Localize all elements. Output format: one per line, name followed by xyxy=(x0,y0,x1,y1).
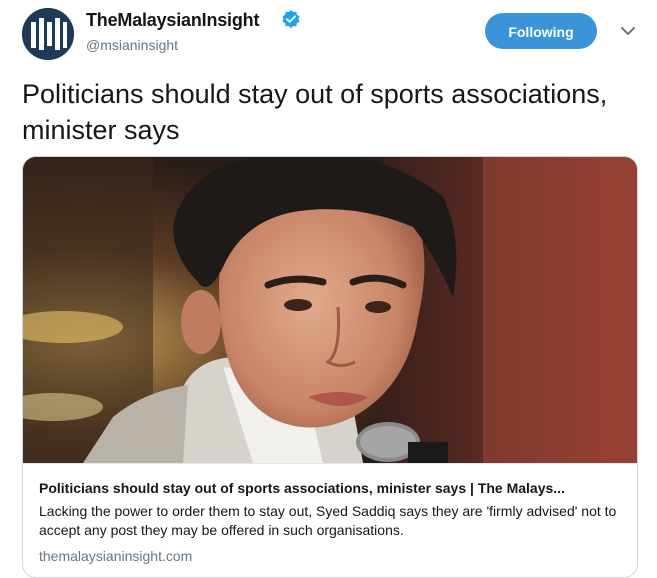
card-title[interactable]: Politicians should stay out of sports as… xyxy=(39,480,625,496)
author-handle[interactable]: @msianinsight xyxy=(86,37,178,53)
tweet-header: TheMalaysianInsight @msianinsight Follow… xyxy=(0,0,657,70)
verified-badge-icon xyxy=(282,10,300,28)
chevron-down-icon[interactable] xyxy=(620,25,636,37)
card-body[interactable]: Politicians should stay out of sports as… xyxy=(23,463,637,564)
card-domain[interactable]: themalaysianinsight.com xyxy=(39,548,192,564)
card-description: Lacking the power to order them to stay … xyxy=(39,503,617,538)
link-card[interactable]: Politicians should stay out of sports as… xyxy=(22,156,638,578)
avatar[interactable] xyxy=(22,8,74,60)
logo-icon xyxy=(22,8,74,60)
tweet-text: Politicians should stay out of sports as… xyxy=(22,79,608,145)
author-display-name[interactable]: TheMalaysianInsight xyxy=(86,10,259,31)
card-image[interactable] xyxy=(23,157,637,463)
following-button[interactable]: Following xyxy=(485,13,597,49)
